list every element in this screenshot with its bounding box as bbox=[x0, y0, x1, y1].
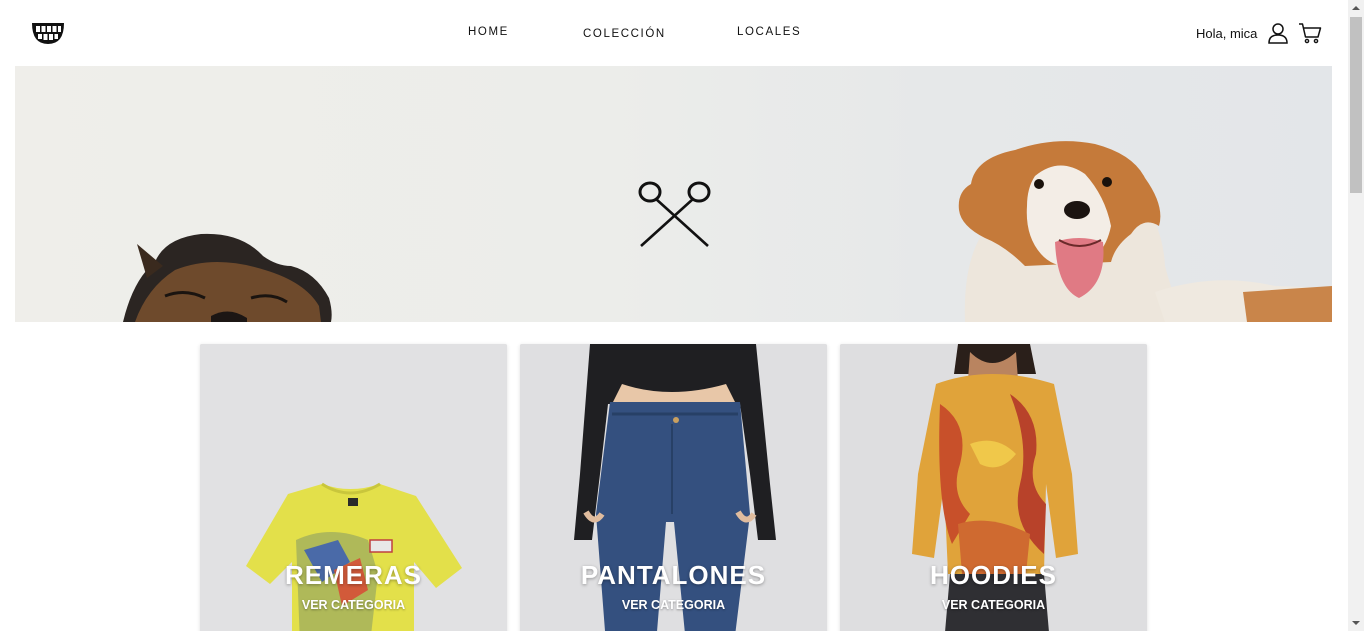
right-dog-illustration bbox=[958, 141, 1332, 322]
user-icon[interactable] bbox=[1267, 22, 1289, 44]
site-header: HOME COLECCIÓN LOCALES Hola, mica bbox=[0, 0, 1348, 66]
category-card-hoodies[interactable]: HOODIES VER CATEGORIA bbox=[840, 344, 1147, 631]
ver-categoria-link[interactable]: VER CATEGORIA bbox=[520, 598, 827, 612]
category-title: HOODIES bbox=[930, 560, 1057, 590]
scroll-down-arrow-icon[interactable] bbox=[1348, 615, 1364, 631]
scrollbar-thumb[interactable] bbox=[1350, 17, 1362, 193]
page-scrollbar[interactable] bbox=[1348, 0, 1364, 631]
hero-banner bbox=[15, 66, 1332, 322]
user-greeting: Hola, mica bbox=[1196, 26, 1258, 41]
nav-coleccion-link[interactable]: COLECCIÓN bbox=[583, 28, 666, 40]
hero-dogs-image bbox=[123, 141, 1332, 322]
category-card-pantalones[interactable]: PANTALONES VER CATEGORIA bbox=[520, 344, 827, 631]
category-title: REMERAS bbox=[284, 560, 422, 590]
category-card-remeras[interactable]: REMERAS VER CATEGORIA bbox=[200, 344, 507, 631]
ver-categoria-link[interactable]: VER CATEGORIA bbox=[200, 598, 507, 612]
nav-home-link[interactable]: HOME bbox=[468, 26, 509, 38]
category-title: PANTALONES bbox=[580, 560, 767, 590]
scissors-icon bbox=[638, 181, 711, 247]
main-nav: HOME COLECCIÓN LOCALES bbox=[0, 26, 1348, 46]
ver-categoria-link[interactable]: VER CATEGORIA bbox=[840, 598, 1147, 612]
scroll-up-arrow-icon[interactable] bbox=[1348, 0, 1364, 16]
cart-icon[interactable] bbox=[1298, 22, 1322, 44]
nav-locales-link[interactable]: LOCALES bbox=[737, 26, 801, 38]
left-dog-illustration bbox=[123, 233, 332, 322]
